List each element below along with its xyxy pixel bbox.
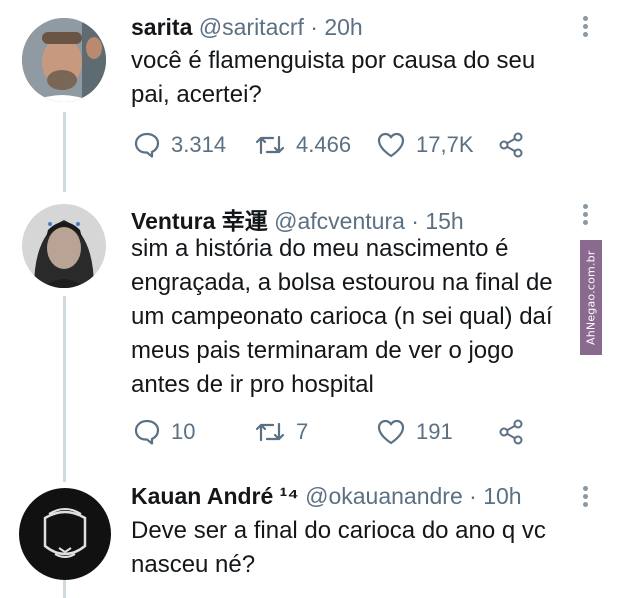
timestamp[interactable]: · 20h [310,14,362,40]
tweet-text-line: antes de ir pro hospital [131,371,374,398]
retweet-button[interactable]: 7 [254,418,308,446]
avatar-photo [19,488,111,580]
retweet-count: 4.466 [296,132,352,157]
tweet-header: Ventura 幸運 @afcventura · 15h [131,202,464,236]
user-handle[interactable]: @okauanandre [305,483,463,509]
retweet-icon [255,135,285,155]
display-name[interactable]: sarita [131,14,192,40]
tweet-text-line: um campeonato carioca (n sei qual) daí [131,303,553,330]
share-button[interactable] [497,418,525,446]
tweet-text-line: Deve ser a final do carioca do ano q vc [131,517,546,544]
tweet-text-line: engraçada, a bolsa estourou na final de [131,269,553,296]
display-name[interactable]: Kauan André ¹⁴ [131,483,299,509]
timestamp[interactable]: · 10h [469,483,521,509]
share-icon [499,419,523,445]
user-handle[interactable]: @afcventura [274,208,405,234]
more-vertical-icon[interactable] [578,486,592,510]
share-button[interactable] [497,131,525,159]
tweet-kauan[interactable]: Kauan André ¹⁴ @okauanandre · 10h Deve s… [0,480,620,598]
like-count: 191 [416,419,453,444]
tweet-text-line: meus pais terminaram de ver o jogo [131,337,514,364]
reply-button[interactable]: 10 [133,418,195,446]
reply-icon [134,419,160,445]
watermark: AhNegao.com.br [580,240,602,355]
like-button[interactable]: 191 [376,418,453,446]
tweet-header: Kauan André ¹⁴ @okauanandre · 10h [131,483,522,510]
tweet-actions: 3.314 4.466 17,7K [131,131,551,161]
display-name[interactable]: Ventura 幸運 [131,208,268,234]
retweet-button[interactable]: 4.466 [254,131,351,159]
tweet-text-line: nasceu né? [131,551,256,578]
like-button[interactable]: 17,7K [376,131,474,159]
tweet-sarita[interactable]: sarita @saritacrf · 20h você é flamengui… [0,0,620,190]
retweet-count: 7 [296,419,309,444]
tweet-text-line: sim a história do meu nascimento é [131,235,509,262]
avatar[interactable] [19,488,111,580]
heart-icon [377,419,405,445]
user-handle[interactable]: @saritacrf [199,14,304,40]
more-vertical-icon[interactable] [578,204,592,228]
retweet-icon [255,422,285,442]
reply-count: 3.314 [171,132,227,157]
tweet-actions: 10 7 191 [131,418,551,448]
more-vertical-icon[interactable] [578,16,592,40]
heart-icon [377,132,405,158]
tweet-ventura[interactable]: Ventura 幸運 @afcventura · 15h sim a histó… [0,190,620,480]
tweet-text: você é flamenguista por causa do seu pai… [131,44,576,112]
share-icon [499,132,523,158]
avatar[interactable] [22,18,106,102]
avatar[interactable] [22,204,106,288]
tweet-text-line: você é flamenguista por causa do seu [131,47,536,74]
tweet-text: sim a história do meu nascimento é engra… [131,232,576,402]
timestamp[interactable]: · 15h [411,208,463,234]
reply-icon [134,132,160,158]
reply-count: 10 [171,419,196,444]
tweet-text: Deve ser a final do carioca do ano q vc … [131,514,576,582]
tweet-text-line: pai, acertei? [131,81,262,108]
avatar-photo [22,18,106,102]
tweet-header: sarita @saritacrf · 20h [131,14,363,41]
reply-button[interactable]: 3.314 [133,131,226,159]
like-count: 17,7K [416,132,474,157]
avatar-photo [22,204,106,288]
